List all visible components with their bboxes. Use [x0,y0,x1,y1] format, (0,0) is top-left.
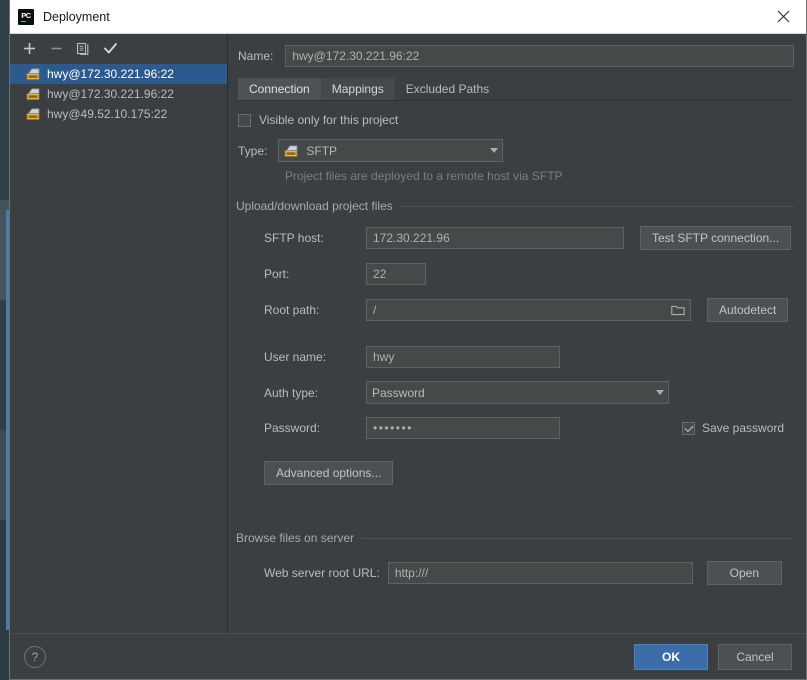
sftp-server-icon [26,88,40,100]
list-item[interactable]: hwy@172.30.221.96:22 [10,84,227,104]
name-input[interactable]: hwy@172.30.221.96:22 [285,45,794,67]
name-label: Name: [238,49,274,63]
help-button[interactable]: ? [24,645,46,668]
type-label: Type: [238,143,268,158]
web-url-input[interactable]: http:/// [387,562,693,584]
root-path-input[interactable]: / [366,299,691,321]
port-row: Port: 22 [238,263,794,285]
user-name-input[interactable]: hwy [366,346,560,368]
server-list-toolbar [10,34,227,63]
advanced-options-row: Advanced options... [238,461,794,485]
list-item[interactable]: hwy@49.52.10.175:22 [10,104,227,124]
browse-group-header: Browse files on server [236,531,794,545]
upload-download-group-title: Upload/download project files [236,199,393,213]
tab-mappings[interactable]: Mappings [320,78,395,100]
group-divider [399,205,794,207]
tab-connection[interactable]: Connection [238,78,321,100]
visible-only-checkbox[interactable] [238,113,251,127]
deployment-dialog: PC Deployment hwy@172.30.221.96:22 hwy@1… [9,0,807,680]
server-list[interactable]: hwy@172.30.221.96:22 hwy@172.30.221.96:2… [10,63,227,633]
save-password-checkbox[interactable] [682,421,695,435]
folder-icon[interactable] [671,304,685,316]
connection-settings-panel: Name: hwy@172.30.221.96:22 Connection Ma… [228,34,806,633]
dialog-titlebar: PC Deployment [10,0,806,34]
test-sftp-connection-button[interactable]: Test SFTP connection... [640,226,792,250]
password-input[interactable]: ••••••• [366,417,560,439]
chevron-down-icon [656,390,664,395]
settings-tabs[interactable]: Connection Mappings Excluded Paths [238,77,794,101]
list-item[interactable]: hwy@172.30.221.96:22 [10,64,227,84]
auth-type-select-value: Password [372,385,425,400]
remove-button[interactable] [44,37,68,60]
tab-excluded-paths[interactable]: Excluded Paths [395,78,500,100]
group-divider [361,537,794,539]
list-item-label: hwy@49.52.10.175:22 [47,107,168,121]
dialog-footer: ? OK Cancel [10,633,806,679]
user-name-label: User name: [264,350,327,364]
set-default-icon[interactable] [98,37,122,60]
ok-button[interactable]: OK [634,643,708,670]
advanced-options-button[interactable]: Advanced options... [264,461,394,485]
visible-only-row[interactable]: Visible only for this project [238,113,794,127]
sftp-host-label: SFTP host: [264,231,324,245]
open-button[interactable]: Open [706,561,782,585]
dialog-body: hwy@172.30.221.96:22 hwy@172.30.221.96:2… [10,34,806,633]
type-hint: Project files are deployed to a remote h… [285,169,563,183]
password-row: Password: ••••••• Save password [238,417,794,439]
port-input[interactable]: 22 [366,263,426,285]
save-password-label: Save password [702,421,785,435]
list-item-label: hwy@172.30.221.96:22 [47,67,174,81]
type-row: Type: SFTP [238,139,794,162]
browse-group-title: Browse files on server [236,531,355,545]
web-url-row: Web server root URL: http:/// Open [238,561,794,585]
user-name-row: User name: hwy [238,346,794,368]
copy-icon[interactable] [71,37,95,60]
sftp-host-input[interactable]: 172.30.221.96 [366,227,624,249]
pycharm-icon: PC [18,8,34,25]
auth-type-label: Auth type: [264,385,319,400]
add-button[interactable] [17,37,41,60]
sftp-host-row: SFTP host: 172.30.221.96 Test SFTP conne… [238,226,794,250]
sftp-server-icon [284,144,298,157]
auth-type-row: Auth type: Password [238,381,794,404]
type-select[interactable]: SFTP [278,139,504,162]
server-list-panel: hwy@172.30.221.96:22 hwy@172.30.221.96:2… [10,34,228,633]
autodetect-button[interactable]: Autodetect [707,298,789,322]
sftp-server-icon [26,108,40,120]
web-url-label: Web server root URL: [264,566,380,580]
auth-type-select[interactable]: Password [366,381,669,404]
list-item-label: hwy@172.30.221.96:22 [47,87,174,101]
type-select-value: SFTP [306,143,338,158]
close-icon[interactable] [761,0,806,33]
sftp-server-icon [26,68,40,80]
root-path-label: Root path: [264,303,320,317]
chevron-down-icon [490,148,499,153]
port-label: Port: [264,267,290,281]
visible-only-label: Visible only for this project [259,113,399,127]
password-label: Password: [264,421,321,435]
cancel-button[interactable]: Cancel [718,643,792,670]
upload-download-group-header: Upload/download project files [236,199,794,213]
name-row: Name: hwy@172.30.221.96:22 [238,45,794,67]
connection-tab-pane: Visible only for this project Type: SFTP [236,101,794,585]
dialog-title: Deployment [43,9,110,24]
root-path-value: / [373,303,377,317]
root-path-row: Root path: / Autodetect [238,298,794,322]
